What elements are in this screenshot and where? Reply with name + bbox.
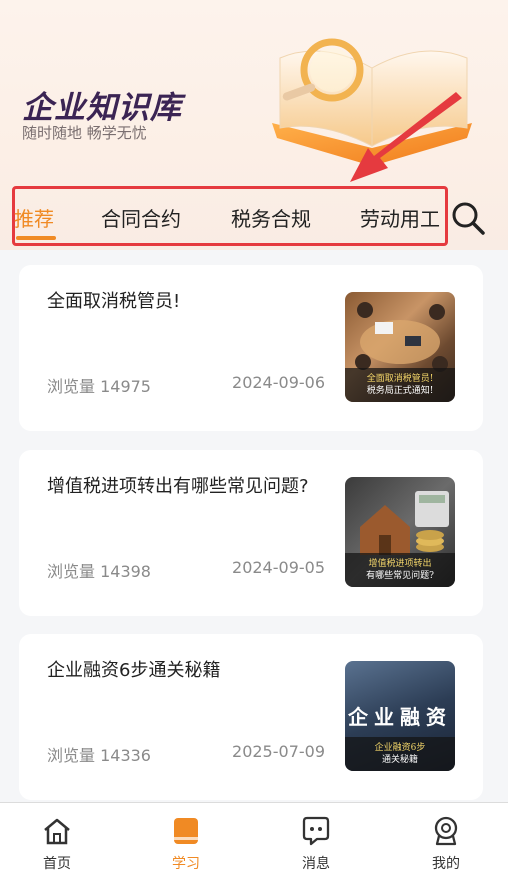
arrow-annotation: [350, 92, 462, 182]
category-tabs: 推荐 合同合约 税务合规 劳动用工: [0, 186, 508, 248]
article-views: 浏览量 14975: [47, 377, 151, 396]
caption-line: 有哪些常见问题?: [366, 571, 434, 581]
page-title: 企业知识库: [22, 90, 182, 126]
article-date: 2025-07-09: [232, 742, 325, 761]
article-title: 企业融资6步通关秘籍: [47, 660, 221, 681]
nav-profile[interactable]: 我的: [406, 815, 486, 870]
article-thumbnail: 企业融资 企业融资6步 通关秘籍: [345, 661, 455, 771]
article-title: 全面取消税管员!: [47, 291, 181, 312]
page-subtitle: 随时随地 畅学无忧: [22, 124, 147, 142]
nav-label: 首页: [43, 856, 71, 870]
thumbnail-headline: 企业融资: [348, 705, 452, 729]
search-icon[interactable]: [450, 200, 486, 236]
nav-learn[interactable]: 学习: [146, 815, 226, 870]
article-title: 增值税进项转出有哪些常见问题?: [47, 476, 309, 497]
caption-line: 企业融资6步: [374, 743, 426, 753]
book-icon: [174, 818, 198, 844]
article-views: 浏览量 14336: [47, 746, 151, 765]
bottom-navigation: 首页 学习 消息 我的: [0, 802, 508, 870]
thumbnail-caption: 全面取消税管员! 税务局正式通知!: [345, 368, 455, 402]
article-card[interactable]: 增值税进项转出有哪些常见问题? 浏览量 14398 2024-09-05 增值税…: [19, 450, 483, 616]
active-tab-underline: [16, 236, 56, 240]
article-date: 2024-09-05: [232, 558, 325, 577]
tab-tax-compliance[interactable]: 税务合规: [231, 203, 311, 232]
caption-line: 全面取消税管员!: [366, 374, 434, 384]
article-thumbnail: 增值税进项转出 有哪些常见问题?: [345, 477, 455, 587]
article-thumbnail: 全面取消税管员! 税务局正式通知!: [345, 292, 455, 402]
nav-label: 我的: [432, 856, 460, 870]
tab-recommended[interactable]: 推荐: [14, 203, 54, 232]
tab-contracts[interactable]: 合同合约: [101, 203, 181, 232]
home-icon: [44, 818, 70, 845]
nav-messages[interactable]: 消息: [276, 815, 356, 870]
article-date: 2024-09-06: [232, 373, 325, 392]
article-card[interactable]: 全面取消税管员! 浏览量 14975 2024-09-06 全面取消税管员! 税…: [19, 265, 483, 431]
profile-icon: [434, 816, 458, 846]
caption-line: 增值税进项转出: [368, 559, 432, 569]
article-card[interactable]: 企业融资6步通关秘籍 浏览量 14336 2025-07-09 企业融资 企业融…: [19, 634, 483, 800]
message-icon: [302, 816, 330, 846]
caption-line: 税务局正式通知!: [366, 386, 434, 396]
nav-home[interactable]: 首页: [17, 815, 97, 870]
thumbnail-caption: 企业融资6步 通关秘籍: [345, 737, 455, 771]
nav-label: 消息: [302, 856, 330, 870]
caption-line: 通关秘籍: [381, 755, 418, 765]
nav-label: 学习: [172, 856, 200, 870]
article-views: 浏览量 14398: [47, 562, 151, 581]
thumbnail-caption: 增值税进项转出 有哪些常见问题?: [345, 553, 455, 587]
tab-employment[interactable]: 劳动用工: [360, 203, 440, 232]
